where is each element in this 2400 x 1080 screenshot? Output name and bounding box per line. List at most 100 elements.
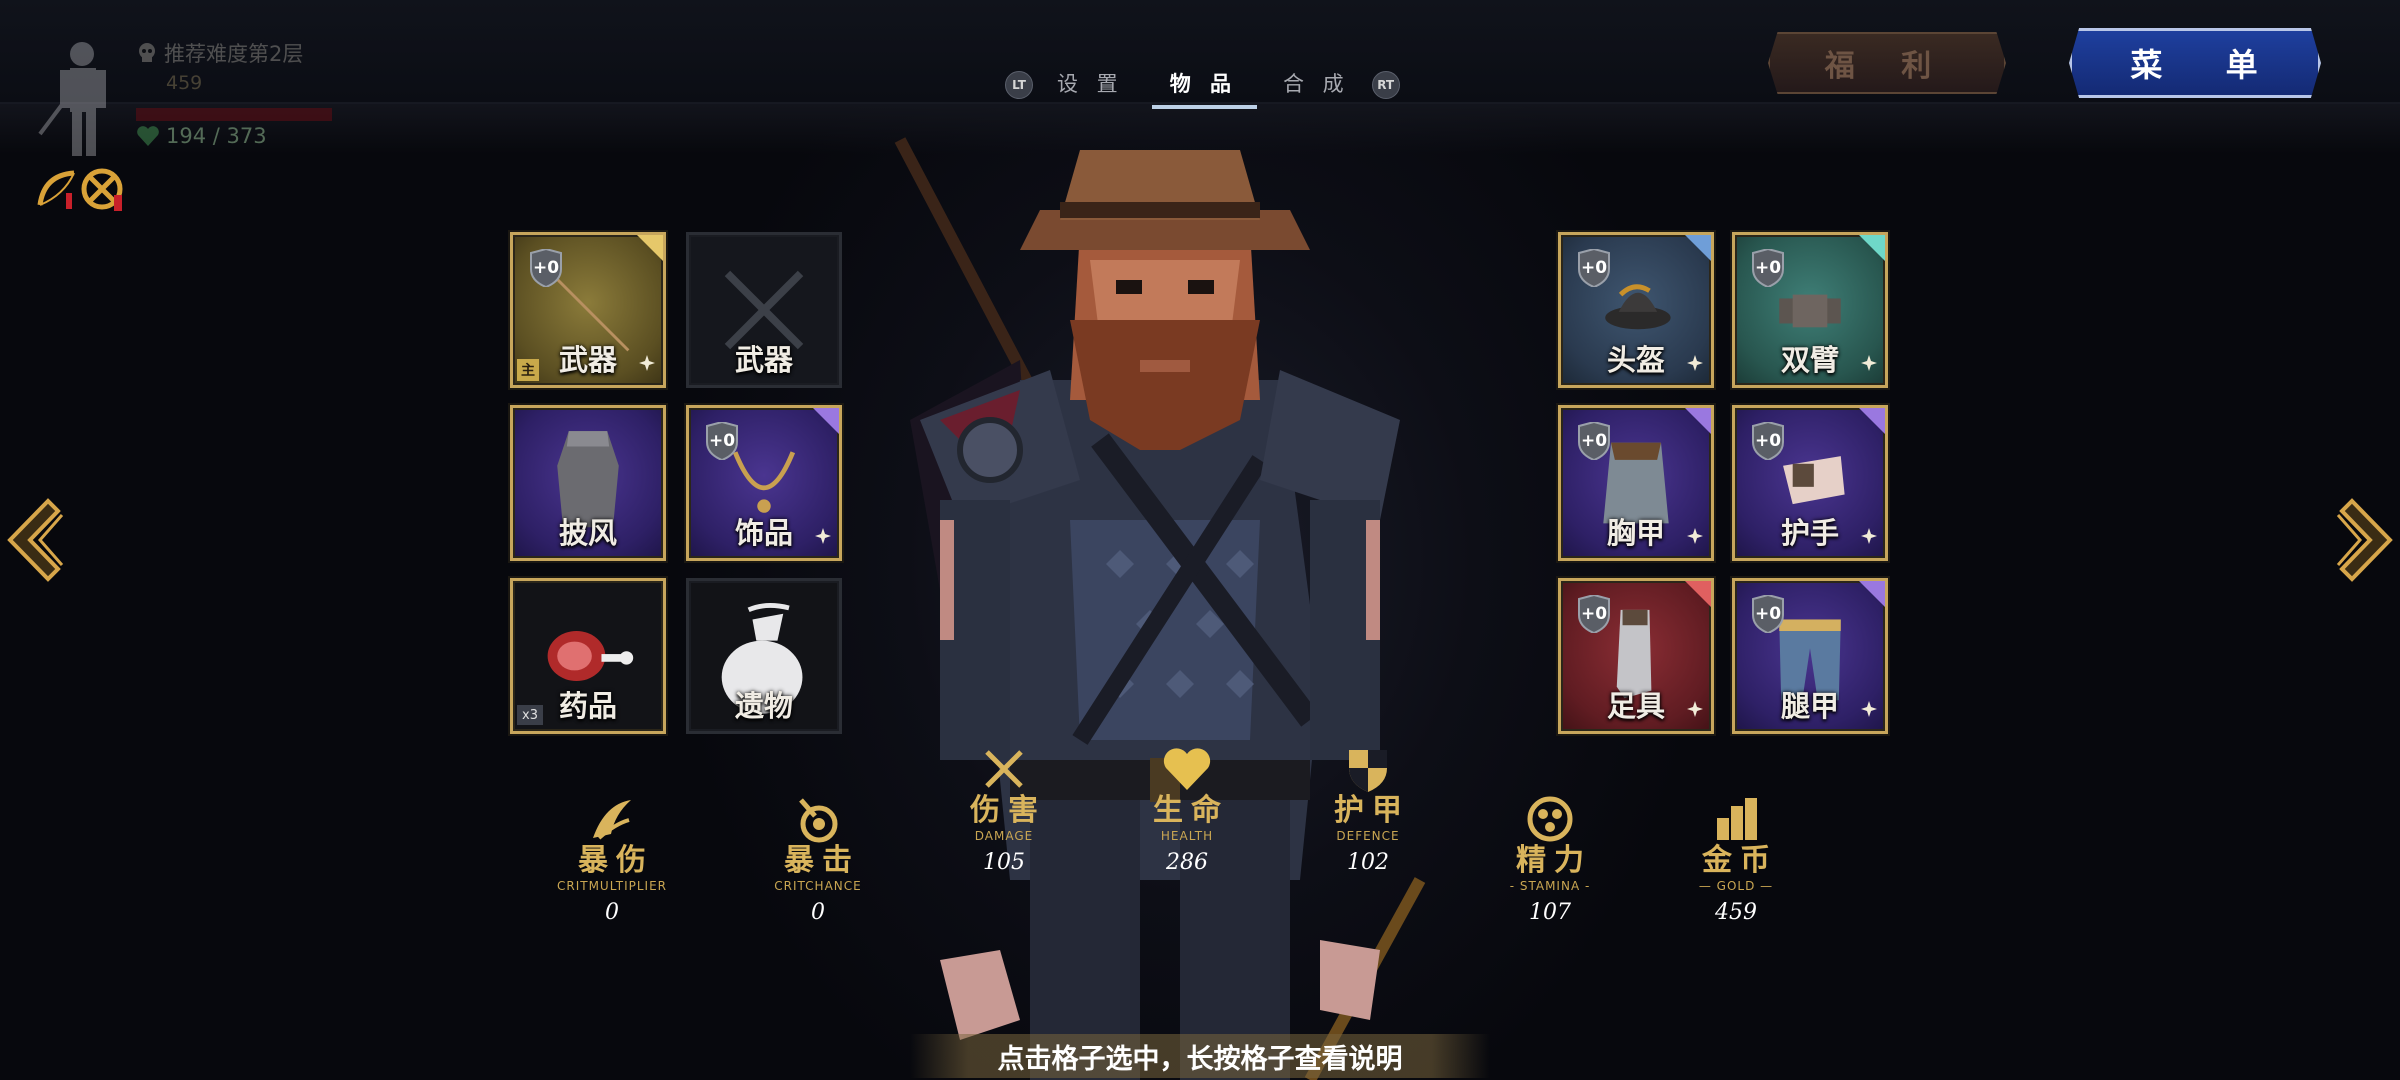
crossed-swords-status-icon [81, 168, 123, 211]
stat-value: 459 [1715, 900, 1757, 925]
upgrade-level-badge: +0 [529, 249, 563, 287]
status-effect-icons [37, 168, 123, 211]
stat-value: 0 [811, 900, 825, 925]
hp-row: 194 / 373 [136, 124, 267, 148]
menu-button[interactable]: 菜 单 [2055, 24, 2335, 102]
stat-value: 105 [983, 850, 1025, 875]
slot-boots[interactable]: +0 足具 [1558, 578, 1714, 734]
crit-chance-icon [799, 798, 838, 843]
stat-value: 107 [1529, 900, 1571, 925]
slot-label: 饰品 [734, 516, 793, 550]
stat-name: 金币 [1702, 843, 1778, 878]
rarity-corner-icon [1859, 235, 1885, 261]
slot-label: 遗物 [734, 689, 793, 723]
rarity-corner-icon [1685, 581, 1711, 607]
slot-label: 胸甲 [1606, 516, 1665, 550]
difficulty-row: 推荐难度第2层 [136, 38, 303, 68]
stat-en-label: CRITCHANCE [774, 879, 862, 893]
slot-relic[interactable]: 遗物 [686, 578, 842, 734]
tab-items[interactable]: 物 品 [1146, 64, 1259, 109]
slot-accessory[interactable]: +0 饰品 [686, 405, 842, 561]
menu-button-label: 菜 单 [2130, 46, 2284, 84]
slot-main-weapon[interactable]: +0 主 武器 [510, 232, 666, 388]
stat-gold: 金币 — GOLD — 459 [1646, 794, 1826, 925]
slot-label: 头盔 [1606, 343, 1665, 377]
heart-icon [1163, 748, 1211, 790]
slot-leg-armor[interactable]: +0 腿甲 [1732, 578, 1888, 734]
inventory-screen: 推荐难度第2层 459 194 / 373 LT 设 置 物 品 合 成 RT [0, 0, 2400, 1080]
stat-damage: 伤害 DAMAGE 105 [914, 744, 1094, 875]
hint-banner: 点击格子选中，长按格子查看说明 [910, 1034, 1490, 1078]
stat-defence: 护甲 DEFENCE 102 [1278, 744, 1458, 875]
character-model [894, 137, 1426, 1080]
welfare-button[interactable]: 福 利 [1752, 26, 2022, 100]
stat-crit-multiplier: 暴伤 CRITMULTIPLIER 0 [522, 794, 702, 925]
tab-crafting[interactable]: 合 成 [1259, 64, 1372, 106]
slot-arms[interactable]: +0 双臂 [1732, 232, 1888, 388]
stat-en-label: — GOLD — [1698, 879, 1774, 893]
upgrade-level-badge: +0 [1577, 595, 1611, 633]
stat-name: 生命 [1153, 793, 1229, 828]
slot-offhand-weapon[interactable]: 武器 [686, 232, 842, 388]
slot-label: 护手 [1780, 516, 1839, 550]
gold-small: 459 [166, 72, 203, 94]
upgrade-level-badge: +0 [1751, 595, 1785, 633]
rarity-corner-icon [1685, 235, 1711, 261]
stat-en-label: HEALTH [1160, 829, 1214, 843]
heart-icon [137, 126, 159, 146]
difficulty-text: 推荐难度第2层 [164, 42, 304, 66]
welfare-button-label: 福 利 [1824, 49, 1950, 84]
crossed-swords-icon [985, 750, 1023, 788]
shield-icon [1349, 750, 1387, 792]
slot-label: 腿甲 [1780, 689, 1839, 723]
slot-label: 足具 [1606, 689, 1665, 723]
stat-value: 0 [605, 900, 619, 925]
slot-gauntlets[interactable]: +0 护手 [1732, 405, 1888, 561]
stat-crit-chance: 暴击 CRITCHANCE 0 [728, 794, 908, 925]
skull-icon [139, 43, 155, 62]
stat-name: 伤害 [970, 793, 1046, 828]
rarity-corner-icon [637, 235, 663, 261]
upgrade-level-badge: +0 [705, 422, 739, 460]
upgrade-level-badge: +0 [1577, 422, 1611, 460]
stat-name: 暴击 [784, 843, 860, 878]
rarity-corner-icon [1685, 408, 1711, 434]
stat-en-label: DAMAGE [974, 829, 1034, 843]
rarity-corner-icon [1859, 408, 1885, 434]
tab-settings[interactable]: 设 置 [1033, 64, 1146, 106]
crit-multiplier-icon [593, 800, 631, 840]
slot-label: 药品 [558, 689, 617, 723]
rarity-corner-icon [1859, 581, 1885, 607]
stat-name: 暴伤 [578, 843, 654, 878]
stat-value: 102 [1347, 850, 1389, 875]
player-info: 推荐难度第2层 459 [136, 38, 303, 96]
stat-value: 286 [1166, 850, 1208, 875]
slot-label: 披风 [558, 516, 617, 550]
lt-button-icon[interactable]: LT [1005, 71, 1033, 99]
previous-arrow-icon[interactable] [0, 495, 76, 585]
next-arrow-icon[interactable] [2324, 495, 2400, 585]
stat-health: 生命 HEALTH 286 [1097, 744, 1277, 875]
slot-helmet[interactable]: +0 头盔 [1558, 232, 1714, 388]
stat-en-label: DEFENCE [1336, 829, 1400, 843]
rarity-corner-icon [813, 408, 839, 434]
slot-chest[interactable]: +0 胸甲 [1558, 405, 1714, 561]
upgrade-level-badge: +0 [1577, 249, 1611, 287]
hp-text: 194 / 373 [166, 124, 267, 148]
inventory-tabs: LT 设 置 物 品 合 成 RT [1005, 64, 1400, 109]
stat-name: 精力 [1516, 843, 1592, 878]
gold-coins-icon [1717, 798, 1757, 840]
stat-en-label: - STAMINA - [1509, 879, 1591, 893]
player-avatar [38, 42, 106, 156]
stat-en-label: CRITMULTIPLIER [556, 879, 667, 893]
slot-potion[interactable]: x3 药品 [510, 578, 666, 734]
bow-status-icon [37, 170, 75, 209]
slot-label: 武器 [558, 343, 617, 377]
upgrade-level-badge: +0 [1751, 422, 1785, 460]
slot-label: 双臂 [1780, 343, 1839, 377]
stat-name: 护甲 [1334, 793, 1410, 828]
rt-button-icon[interactable]: RT [1371, 71, 1400, 99]
slot-label: 武器 [734, 343, 793, 377]
slot-cape[interactable]: 披风 [510, 405, 666, 561]
stat-stamina: 精力 - STAMINA - 107 [1460, 794, 1640, 925]
